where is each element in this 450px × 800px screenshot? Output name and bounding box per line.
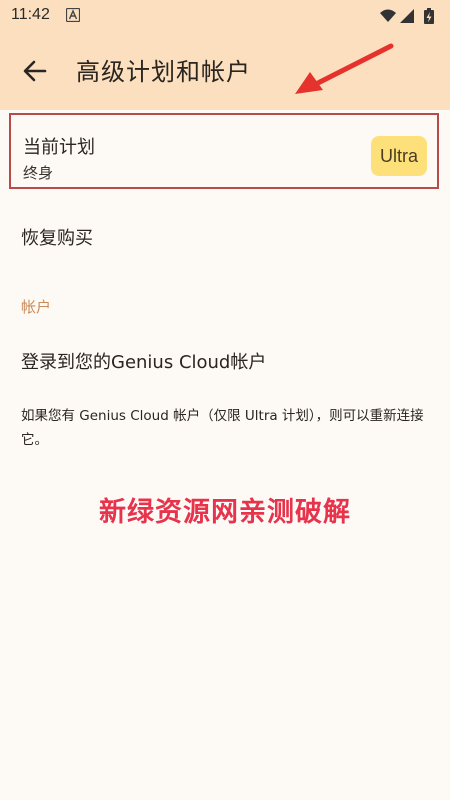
plan-badge: Ultra <box>371 136 427 176</box>
current-plan-item[interactable]: 当前计划 终身 Ultra <box>9 113 439 189</box>
status-bar: 11:42 <box>0 0 450 34</box>
watermark-text: 新绿资源网亲测破解 <box>99 497 351 528</box>
login-genius-cloud-item[interactable]: 登录到您的Genius Cloud帐户 <box>0 334 450 388</box>
back-arrow-icon[interactable] <box>20 56 50 86</box>
current-plan-subtitle: 终身 <box>23 164 54 182</box>
battery-charging-icon <box>424 8 434 24</box>
wifi-icon <box>380 9 396 22</box>
status-time: 11:42 <box>11 6 50 23</box>
current-plan-title: 当前计划 <box>23 137 95 158</box>
restore-purchase-item[interactable]: 恢复购买 <box>0 210 450 266</box>
a-badge-icon <box>66 8 80 22</box>
account-info-text: 如果您有 Genius Cloud 帐户（仅限 Ultra 计划），则可以重新连… <box>21 408 424 448</box>
restore-purchase-label: 恢复购买 <box>21 228 93 249</box>
login-genius-cloud-label: 登录到您的Genius Cloud帐户 <box>21 352 267 373</box>
account-section-header: 帐户 <box>21 298 52 316</box>
signal-icon <box>400 9 414 23</box>
status-icons <box>380 8 434 24</box>
page-title: 高级计划和帐户 <box>76 58 251 86</box>
annotation-arrow-icon <box>295 43 394 94</box>
